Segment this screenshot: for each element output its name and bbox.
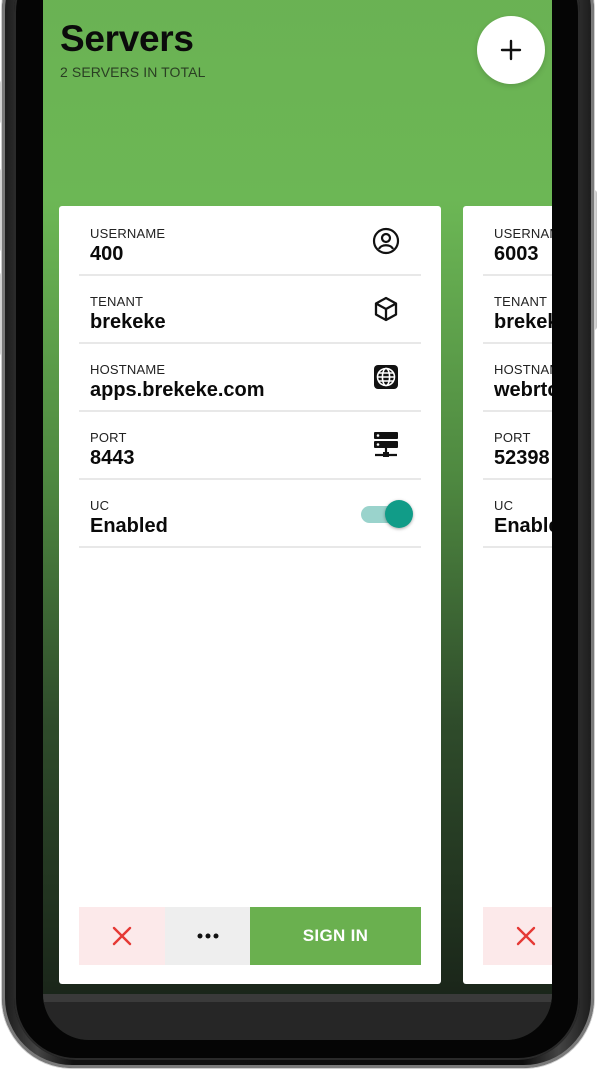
tenant-field: TENANT brekeke	[79, 274, 421, 344]
more-icon	[197, 933, 218, 939]
delete-server-button[interactable]	[483, 907, 552, 965]
field-label: UC	[90, 498, 110, 513]
more-options-button[interactable]	[165, 907, 250, 965]
field-label: UC	[494, 498, 514, 513]
field-value: 6003	[494, 243, 539, 265]
card-actions: SIGN IN	[79, 907, 421, 965]
field-label: TENANT	[90, 294, 144, 309]
field-label: PORT	[90, 430, 127, 445]
username-field: USERNAME 6003	[483, 206, 552, 276]
server-icon	[374, 432, 398, 457]
username-field: USERNAME 400	[79, 206, 421, 276]
toggle-knob	[385, 500, 413, 528]
port-field: PORT 52398	[483, 410, 552, 480]
field-label: USERNAME	[494, 226, 552, 241]
field-label: HOSTNAME	[90, 362, 166, 377]
sign-in-button[interactable]: SIGN IN	[250, 907, 421, 965]
field-label: PORT	[494, 430, 531, 445]
field-value: 400	[90, 243, 124, 265]
uc-field: UC Enabled	[483, 478, 552, 548]
cube-icon	[374, 296, 398, 322]
field-value: Enabled	[494, 515, 552, 537]
card-actions	[483, 907, 552, 965]
field-label: TENANT	[494, 294, 548, 309]
server-count: 2 SERVERS IN TOTAL	[60, 64, 206, 80]
field-label: USERNAME	[90, 226, 166, 241]
port-field: PORT 8443	[79, 410, 421, 480]
field-value: 8443	[90, 447, 135, 469]
field-label: HOSTNAME	[494, 362, 552, 377]
hostname-field: HOSTNAME webrtc	[483, 342, 552, 412]
field-value: brekeke	[494, 311, 552, 333]
hostname-field: HOSTNAME apps.brekeke.com	[79, 342, 421, 412]
server-card: USERNAME 6003 TENANT brekeke HOSTNAME we…	[463, 206, 552, 984]
delete-server-button[interactable]	[79, 907, 165, 965]
field-value: 52398	[494, 447, 550, 469]
uc-field: UC Enabled	[79, 478, 421, 548]
field-value: Enabled	[90, 515, 168, 537]
field-value: webrtc	[494, 379, 552, 401]
globe-icon	[374, 365, 398, 389]
field-value: brekeke	[90, 311, 166, 333]
close-icon	[112, 926, 132, 946]
user-circle-icon	[372, 227, 400, 255]
plus-icon	[500, 39, 522, 61]
field-value: apps.brekeke.com	[90, 379, 265, 401]
app-screen: Servers 2 SERVERS IN TOTAL USERNAME 400 …	[43, 0, 552, 1040]
tenant-field: TENANT brekeke	[483, 274, 552, 344]
close-icon	[516, 926, 536, 946]
page-title: Servers	[60, 18, 194, 59]
add-server-button[interactable]	[477, 16, 545, 84]
server-card: USERNAME 400 TENANT brekeke HOSTNAME app…	[59, 206, 441, 984]
uc-toggle[interactable]	[359, 500, 415, 528]
screen-bottom-edge	[43, 1002, 552, 1040]
